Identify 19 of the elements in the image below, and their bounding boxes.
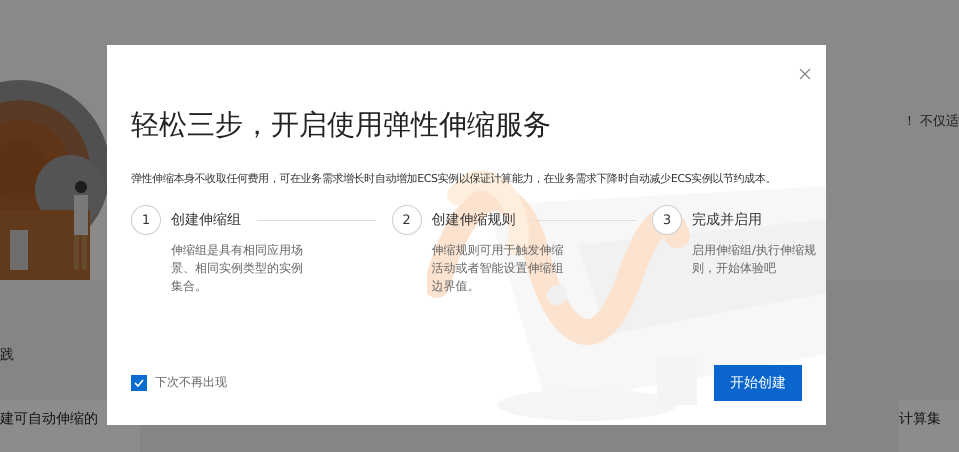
checkbox-label: 下次不再出现 [155,374,227,391]
step-title: 创建伸缩规则 [432,211,516,229]
start-button[interactable]: 开始创建 [714,365,802,401]
section-title: 践 [0,346,14,364]
dialog-description: 弹性伸缩本身不收取任何费用，可在业务需求增长时自动增加ECS实例以保证计算能力，在业务需求下降时自动减少ECS实例以节约成本。 [131,171,776,187]
step-title: 创建伸缩组 [171,211,241,229]
check-icon [134,378,144,386]
step-description: 伸缩规则可用于触发伸缩活动或者智能设置伸缩组边界值。 [432,242,564,295]
step-description: 伸缩组是具有相同应用场景、相同实例类型的实例集合。 [171,242,304,295]
card-title: 建可自动伸缩的 [0,411,98,427]
banner-text: ！ 不仅适 [903,113,959,130]
step-number: 1 [131,205,161,235]
step-title: 完成并启用 [692,211,762,229]
step-number: 2 [392,205,422,235]
step-description: 启用伸缩组/执行伸缩规则，开始体验吧 [692,242,818,277]
close-icon [799,68,811,80]
dialog-title: 轻松三步，开启使用弹性伸缩服务 [131,107,552,143]
checkbox[interactable] [131,374,147,390]
card-title: 计算集 [899,411,941,427]
